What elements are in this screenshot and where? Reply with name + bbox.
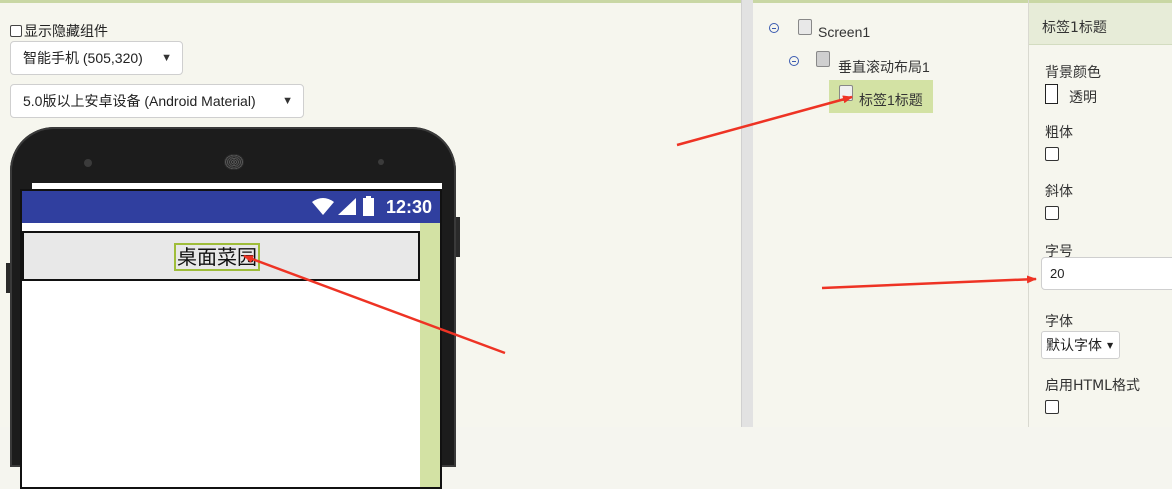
phone-side-button: [456, 217, 460, 257]
tree-node-screen1[interactable]: Screen1: [818, 24, 870, 40]
panel-divider[interactable]: [741, 0, 753, 427]
html-format-checkbox[interactable]: [1045, 400, 1059, 414]
wifi-icon: [312, 198, 334, 215]
speaker-grille-icon: [224, 154, 244, 170]
italic-label: 斜体: [1045, 184, 1073, 200]
bold-label: 粗体: [1045, 125, 1073, 141]
tree-node-label1[interactable]: 标签1标题: [859, 90, 923, 110]
tree-node-vertical-scroll[interactable]: 垂直滚动布局1: [838, 57, 930, 77]
battery-icon: [363, 196, 374, 216]
collapse-icon[interactable]: [789, 56, 799, 66]
device-size-select[interactable]: 智能手机 (505,320) ▼: [10, 41, 183, 75]
status-bar: 12:30: [22, 191, 440, 223]
collapse-icon[interactable]: [769, 23, 779, 33]
components-tree-panel: Screen1 垂直滚动布局1 标签1标题: [753, 0, 1028, 427]
show-hidden-checkbox[interactable]: [10, 25, 22, 37]
status-time: 12:30: [385, 197, 432, 217]
properties-header: 标签1标题: [1029, 0, 1172, 45]
font-select-value: 默认字体: [1046, 338, 1102, 354]
screen-icon: [798, 19, 812, 35]
sensor-icon: [378, 159, 384, 165]
phone-side-button: [6, 263, 10, 293]
front-camera-icon: [84, 159, 92, 167]
show-hidden-label: 显示隐藏组件: [24, 24, 108, 40]
show-hidden-components[interactable]: 显示隐藏组件: [10, 21, 108, 41]
vertical-scroll-arrangement[interactable]: 桌面菜园: [22, 231, 420, 281]
phone-mockup: 12:30 桌面菜园: [6, 127, 460, 489]
scroll-arrangement-strip[interactable]: [420, 223, 440, 487]
background-color-value[interactable]: 透明: [1069, 87, 1097, 107]
tree-node-label1-selected[interactable]: 标签1标题: [829, 80, 933, 113]
background-color-swatch[interactable]: [1045, 84, 1058, 104]
signal-icon: [338, 198, 356, 215]
bold-checkbox[interactable]: [1045, 147, 1059, 161]
theme-select[interactable]: 5.0版以上安卓设备 (Android Material) ▼: [10, 84, 304, 118]
viewer-panel: 显示隐藏组件 智能手机 (505,320) ▼ 5.0版以上安卓设备 (Andr…: [0, 0, 741, 489]
font-select[interactable]: 默认字体 ▼: [1041, 331, 1121, 359]
font-label: 字体: [1045, 314, 1073, 330]
properties-panel: 标签1标题 背景颜色 透明 粗体 斜体 字号 20 字体 默认字体 ▼ 启用HT…: [1028, 0, 1172, 427]
html-format-label: 启用HTML格式: [1045, 378, 1140, 394]
background-color-label: 背景颜色: [1045, 65, 1101, 81]
theme-value: 5.0版以上安卓设备 (Android Material): [23, 93, 256, 109]
chevron-down-icon: ▼: [161, 52, 172, 64]
vertical-scroll-arrangement-icon: [816, 51, 830, 67]
italic-checkbox[interactable]: [1045, 206, 1059, 220]
device-size-value: 智能手机 (505,320): [23, 50, 143, 66]
chevron-down-icon: ▼: [282, 95, 293, 107]
properties-title: 标签1标题: [1042, 20, 1107, 36]
caret-down-icon: ▼: [1107, 340, 1114, 350]
label-icon: [839, 85, 853, 101]
label-component[interactable]: 桌面菜园: [174, 243, 260, 271]
phone-screen: 12:30 桌面菜园: [20, 189, 442, 489]
font-size-input[interactable]: 20: [1041, 257, 1172, 290]
